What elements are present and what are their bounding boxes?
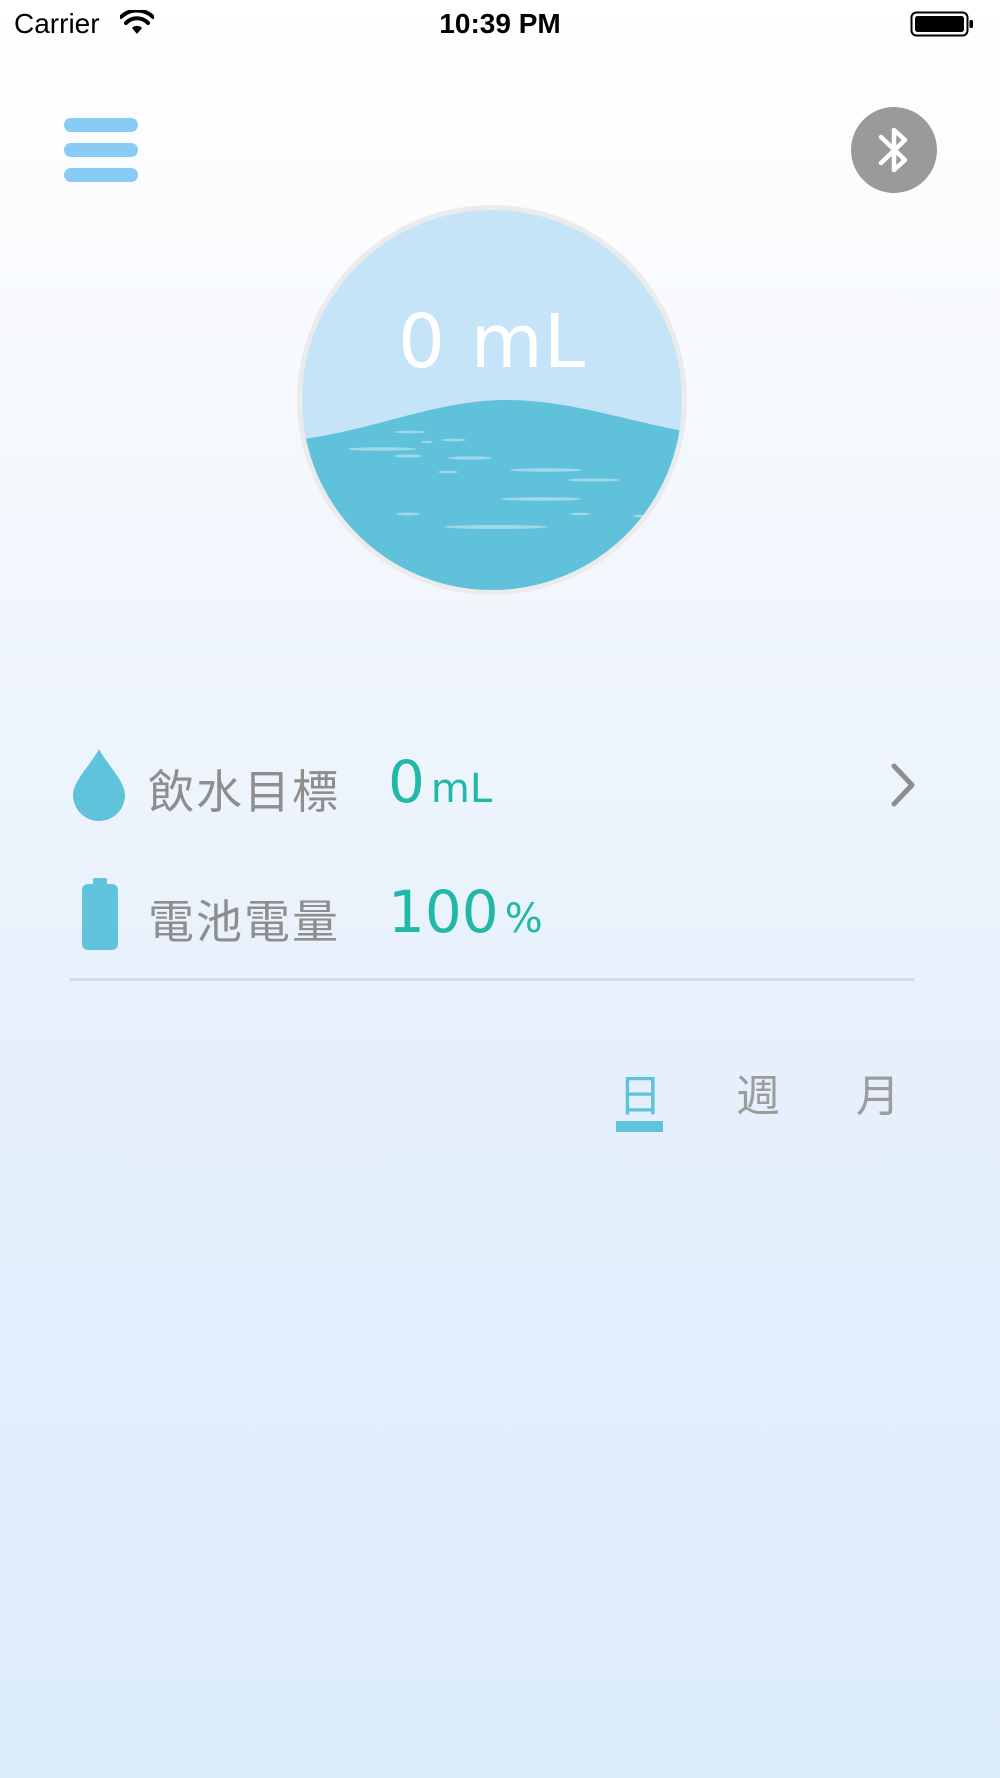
battery-level-icon <box>82 878 118 950</box>
status-bar: Carrier 10:39 PM <box>0 0 1000 50</box>
drinking-goal-unit: mL <box>430 766 493 812</box>
water-gauge-graphic <box>297 205 687 595</box>
drinking-goal-label: 飲水目標 <box>148 765 340 819</box>
status-time: 10:39 PM <box>439 8 561 39</box>
bluetooth-button[interactable] <box>851 107 937 193</box>
menu-button[interactable] <box>64 118 140 182</box>
active-tab-indicator <box>616 1121 663 1132</box>
battery-level-number: 100 <box>388 878 499 946</box>
water-level-gauge: 0 mL <box>296 204 688 596</box>
divider <box>70 978 914 981</box>
drinking-goal-row[interactable]: 飲水目標 0 mL <box>70 744 930 824</box>
battery-level-label: 電池電量 <box>148 895 340 949</box>
tab-week[interactable]: 週 <box>728 1060 788 1124</box>
bluetooth-icon <box>878 127 908 173</box>
tab-month[interactable]: 月 <box>848 1060 908 1124</box>
chevron-right-icon[interactable] <box>888 762 918 808</box>
battery-level-value: 100% <box>388 878 543 946</box>
battery-icon <box>910 11 973 37</box>
battery-level-unit: % <box>504 896 543 942</box>
tab-day[interactable]: 日 <box>610 1060 670 1124</box>
water-amount-label: 0 mL <box>398 299 586 385</box>
drinking-goal-number: 0 <box>388 748 425 816</box>
battery-level-row: 電池電量 100% <box>70 874 930 954</box>
water-drop-icon <box>73 749 125 821</box>
drinking-goal-value: 0 mL <box>388 748 492 816</box>
